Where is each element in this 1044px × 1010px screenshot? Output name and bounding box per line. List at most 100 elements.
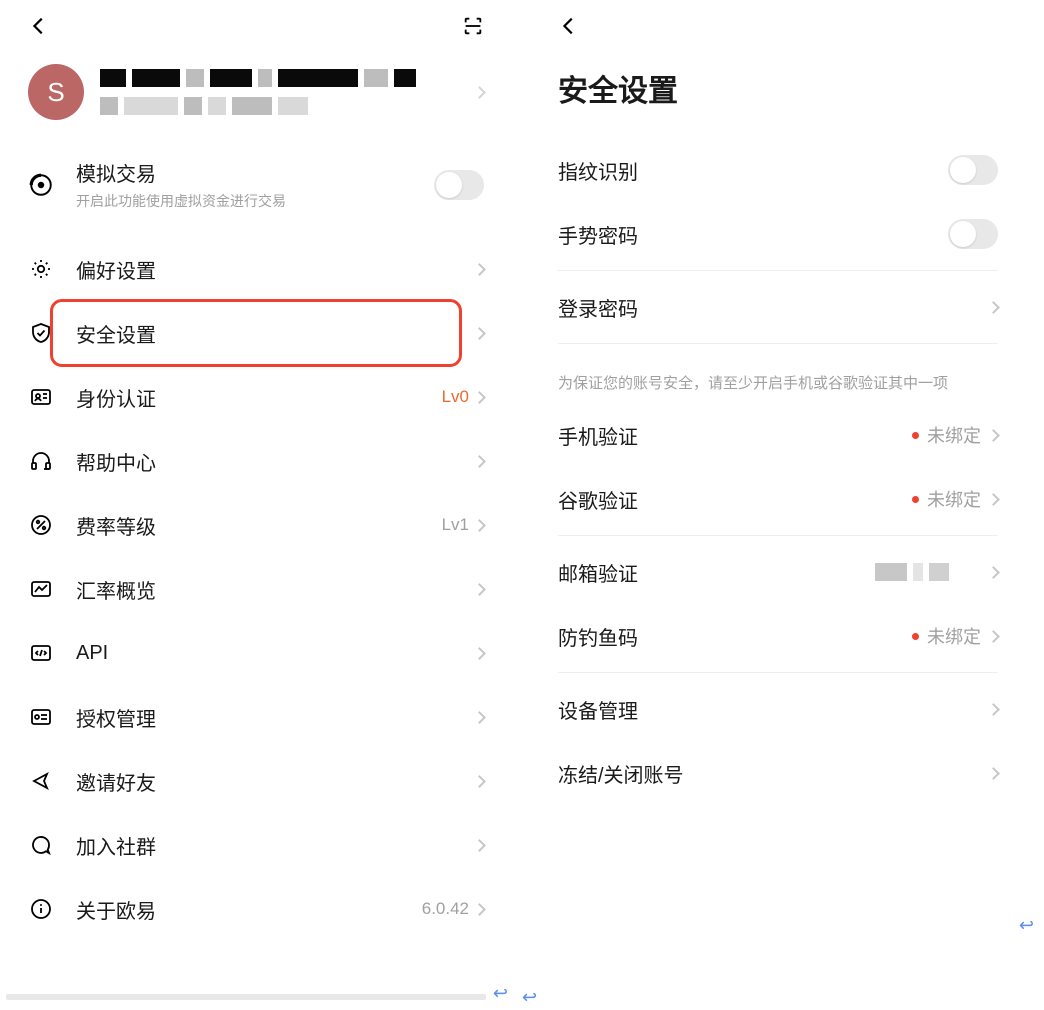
row-value: Lv0	[442, 387, 469, 407]
row-label: 冻结/关闭账号	[558, 759, 989, 788]
chevron-right-icon	[987, 630, 1000, 643]
row-preferences[interactable]: 偏好设置	[28, 237, 484, 301]
chevron-right-icon	[473, 391, 486, 404]
info-icon	[28, 896, 54, 922]
row-label: 身份认证	[76, 383, 442, 412]
profile-name-redacted	[100, 69, 475, 87]
profile-sub-redacted	[100, 97, 475, 115]
row-value: Lv1	[442, 515, 469, 535]
chevron-right-icon	[473, 903, 486, 916]
row-community[interactable]: 加入社群	[28, 813, 484, 877]
shield-icon	[28, 320, 54, 346]
row-fingerprint[interactable]: 指纹识别	[558, 138, 998, 202]
chevron-right-icon	[473, 263, 486, 276]
chevron-right-icon	[987, 703, 1000, 716]
row-label: 邮箱验证	[558, 558, 875, 587]
back-icon[interactable]	[558, 15, 580, 42]
row-auth[interactable]: 授权管理	[28, 685, 484, 749]
percent-icon	[28, 512, 54, 538]
row-label: 模拟交易	[76, 158, 434, 187]
row-simulated-trading[interactable]: 模拟交易 开启此功能使用虚拟资金进行交易	[28, 140, 484, 237]
target-icon	[28, 172, 54, 198]
security-hint: 为保证您的账号安全，请至少开启手机或谷歌验证其中一项	[558, 348, 998, 403]
chevron-right-icon	[473, 647, 486, 660]
back-icon[interactable]	[28, 15, 50, 42]
reply-arrow-icon: ↩	[1019, 915, 1034, 936]
row-value: 未绑定	[927, 623, 981, 649]
row-label: 登录密码	[558, 293, 989, 322]
status-dot-icon	[912, 496, 919, 503]
chevron-right-icon	[473, 583, 486, 596]
chevron-right-icon	[473, 86, 486, 99]
row-label: 手势密码	[558, 220, 948, 249]
row-value: 未绑定	[927, 486, 981, 512]
divider	[558, 672, 998, 673]
row-email-verify[interactable]: 邮箱验证	[558, 540, 998, 604]
chart-icon	[28, 576, 54, 602]
chevron-right-icon	[473, 455, 486, 468]
divider	[558, 535, 998, 536]
share-icon	[28, 768, 54, 794]
row-gesture[interactable]: 手势密码	[558, 202, 998, 266]
row-devices[interactable]: 设备管理	[558, 677, 998, 741]
row-login-password[interactable]: 登录密码	[558, 275, 998, 339]
row-label: 加入社群	[76, 831, 475, 860]
row-label: 帮助中心	[76, 447, 475, 476]
chevron-right-icon	[473, 327, 486, 340]
row-label: API	[76, 642, 475, 665]
row-phone-verify[interactable]: 手机验证 未绑定	[558, 403, 998, 467]
row-label: 设备管理	[558, 695, 989, 724]
row-label: 费率等级	[76, 511, 442, 540]
row-label: 汇率概览	[76, 575, 475, 604]
reply-arrow-icon: ↩	[493, 983, 508, 1004]
row-close-account[interactable]: 冻结/关闭账号	[558, 741, 998, 805]
row-label: 防钓鱼码	[558, 622, 912, 651]
code-icon	[28, 640, 54, 666]
row-fx[interactable]: 汇率概览	[28, 557, 484, 621]
chevron-right-icon	[987, 767, 1000, 780]
row-value: 6.0.42	[422, 899, 469, 919]
reply-arrow-icon: ↩	[522, 987, 537, 1008]
row-label: 偏好设置	[76, 255, 475, 284]
status-dot-icon	[912, 432, 919, 439]
avatar: S	[28, 64, 84, 120]
row-fee[interactable]: 费率等级 Lv1	[28, 493, 484, 557]
scan-icon[interactable]	[462, 15, 484, 42]
row-antiphish[interactable]: 防钓鱼码 未绑定	[558, 604, 998, 668]
row-api[interactable]: API	[28, 621, 484, 685]
row-security[interactable]: 安全设置	[28, 301, 484, 365]
chevron-right-icon	[987, 301, 1000, 314]
divider	[558, 343, 998, 344]
gear-icon	[28, 256, 54, 282]
chevron-right-icon	[987, 429, 1000, 442]
row-identity[interactable]: 身份认证 Lv0	[28, 365, 484, 429]
chevron-right-icon	[987, 566, 1000, 579]
chevron-right-icon	[473, 839, 486, 852]
status-dot-icon	[912, 633, 919, 640]
row-label: 手机验证	[558, 421, 912, 450]
email-value-redacted	[875, 563, 949, 581]
row-label: 安全设置	[76, 319, 475, 348]
row-label: 谷歌验证	[558, 485, 912, 514]
sim-toggle[interactable]	[434, 170, 484, 200]
row-label: 授权管理	[76, 703, 475, 732]
row-value: 未绑定	[927, 422, 981, 448]
chevron-right-icon	[473, 519, 486, 532]
chevron-right-icon	[987, 493, 1000, 506]
row-google-verify[interactable]: 谷歌验证 未绑定	[558, 467, 998, 531]
auth-icon	[28, 704, 54, 730]
row-invite[interactable]: 邀请好友	[28, 749, 484, 813]
profile-row[interactable]: S	[0, 56, 512, 140]
chevron-right-icon	[473, 775, 486, 788]
headset-icon	[28, 448, 54, 474]
row-help[interactable]: 帮助中心	[28, 429, 484, 493]
row-about[interactable]: 关于欧易 6.0.42	[28, 877, 484, 941]
divider	[558, 270, 998, 271]
row-label: 指纹识别	[558, 156, 948, 185]
fingerprint-toggle[interactable]	[948, 155, 998, 185]
chat-icon	[28, 832, 54, 858]
row-subtitle: 开启此功能使用虚拟资金进行交易	[76, 191, 434, 211]
page-title: 安全设置	[512, 56, 1044, 138]
row-label: 邀请好友	[76, 767, 475, 796]
gesture-toggle[interactable]	[948, 219, 998, 249]
